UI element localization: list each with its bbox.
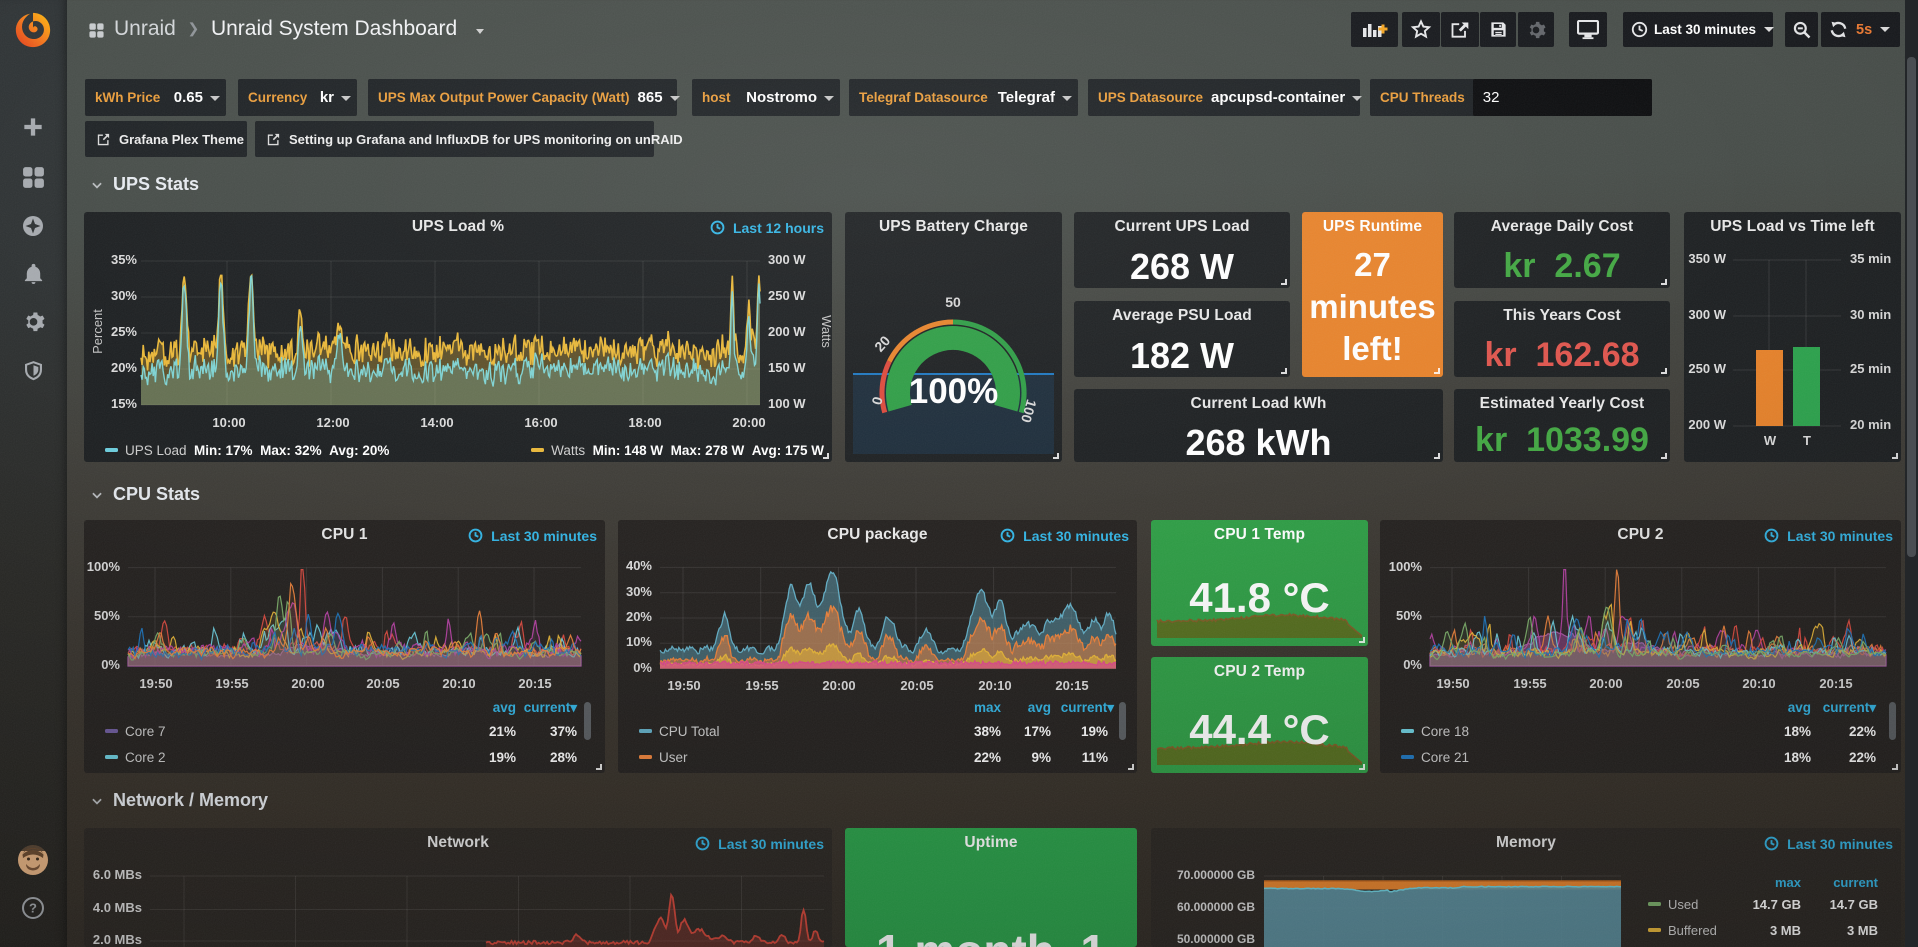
svg-text:?: ?	[29, 901, 37, 916]
svg-text:50: 50	[945, 294, 961, 310]
svg-text:20: 20	[871, 332, 893, 354]
